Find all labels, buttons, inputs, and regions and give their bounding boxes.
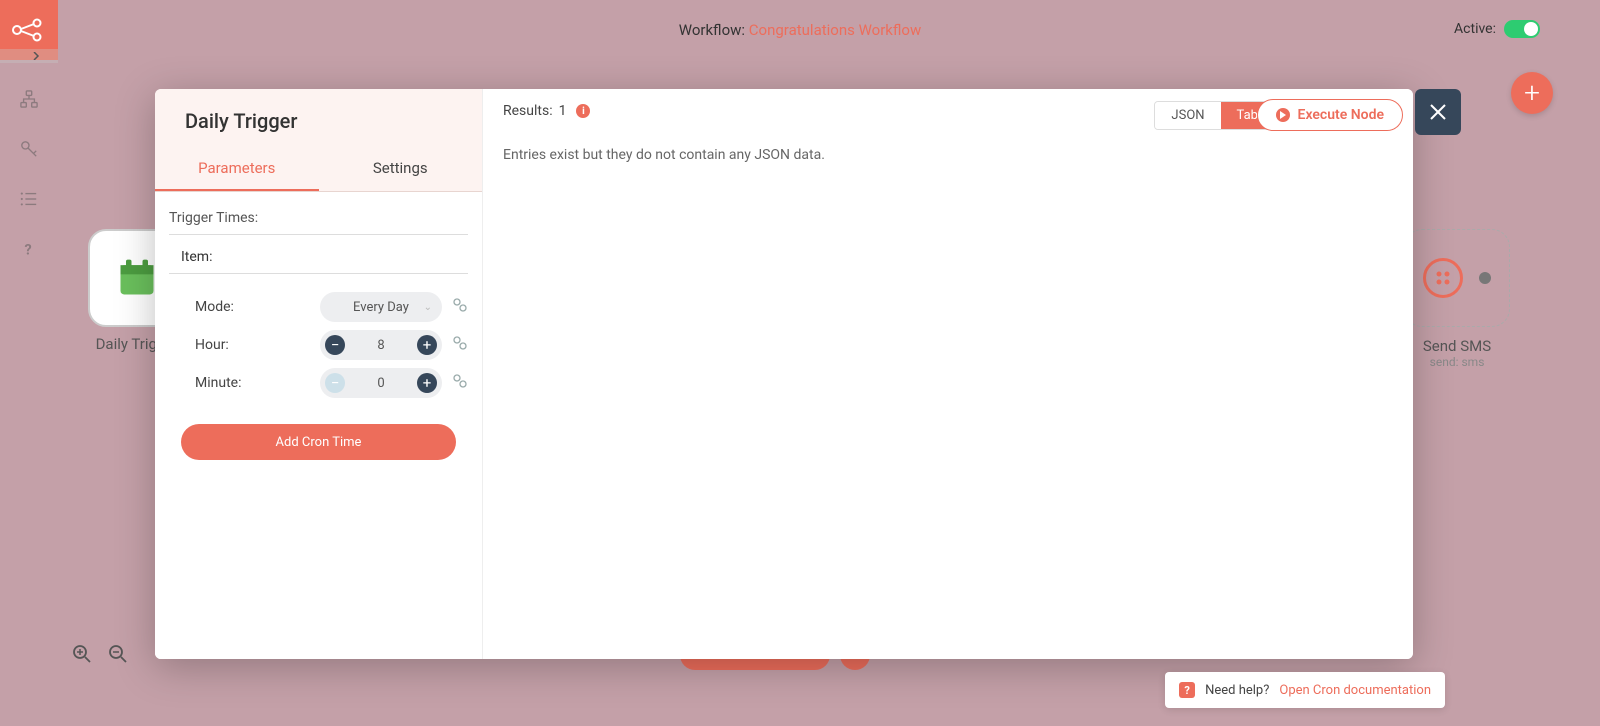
zoom-controls: [72, 644, 128, 668]
execute-node-button[interactable]: Execute Node: [1257, 99, 1403, 131]
parameters-panel: Trigger Times: Item: Mode: Every Day ⌄ H…: [155, 192, 482, 659]
minute-decrement-button[interactable]: −: [325, 373, 345, 393]
plus-icon: +: [1524, 79, 1540, 107]
tab-settings[interactable]: Settings: [319, 147, 483, 191]
sidebar-item-help[interactable]: ?: [0, 224, 58, 274]
sidebar-item-executions[interactable]: [0, 174, 58, 224]
modal-right-panel: Results: 1 i JSON Table Execute Node Ent…: [483, 89, 1413, 659]
zoom-in-button[interactable]: [72, 644, 92, 668]
left-sidebar: ?: [0, 0, 58, 726]
sidebar-item-workflows[interactable]: [0, 74, 58, 124]
zoom-out-icon: [108, 644, 128, 664]
node-send-sms[interactable]: Send SMS send: sms: [1404, 229, 1510, 369]
gear-icon[interactable]: [452, 335, 468, 355]
minute-value[interactable]: 0: [345, 376, 417, 391]
question-icon: ?: [20, 240, 38, 258]
twilio-icon: [1423, 258, 1463, 298]
add-node-button[interactable]: +: [1511, 72, 1553, 114]
hour-decrement-button[interactable]: −: [325, 335, 345, 355]
minute-label: Minute:: [195, 375, 275, 391]
execute-label: Execute Node: [1298, 107, 1384, 123]
add-cron-time-button[interactable]: Add Cron Time: [181, 424, 456, 460]
node-editor-modal: Daily Trigger Parameters Settings Trigge…: [155, 89, 1413, 659]
workflow-name[interactable]: Congratulations Workflow: [749, 21, 921, 39]
mode-value: Every Day: [353, 300, 409, 315]
results-count: 1: [559, 103, 567, 119]
svg-text:?: ?: [25, 241, 32, 258]
node-output-dot: [1479, 272, 1491, 284]
modal-title: Daily Trigger: [155, 89, 482, 147]
help-link[interactable]: Open Cron documentation: [1279, 683, 1431, 698]
play-icon: [1276, 108, 1290, 122]
hour-row: Hour: − 8 +: [169, 326, 468, 364]
hour-increment-button[interactable]: +: [417, 335, 437, 355]
hour-value[interactable]: 8: [345, 338, 417, 353]
close-icon: [1428, 102, 1448, 122]
workflow-title: Workflow: Congratulations Workflow: [679, 21, 922, 39]
minute-increment-button[interactable]: +: [417, 373, 437, 393]
list-icon: [20, 190, 38, 208]
hour-label: Hour:: [195, 337, 275, 353]
help-icon: ?: [1179, 682, 1195, 698]
gear-icon[interactable]: [452, 297, 468, 317]
node-label: Send SMS: [1404, 337, 1510, 355]
key-icon: [20, 140, 38, 158]
modal-left-panel: Daily Trigger Parameters Settings Trigge…: [155, 89, 483, 659]
item-label: Item:: [169, 249, 468, 274]
zoom-out-button[interactable]: [108, 644, 128, 668]
trigger-times-label: Trigger Times:: [169, 210, 468, 235]
sidebar-item-credentials[interactable]: [0, 124, 58, 174]
chevron-down-icon: ⌄: [424, 302, 432, 313]
help-box: ? Need help? Open Cron documentation: [1165, 672, 1445, 708]
mode-select[interactable]: Every Day ⌄: [320, 292, 442, 322]
help-label: Need help?: [1205, 683, 1269, 698]
zoom-in-icon: [72, 644, 92, 664]
tab-parameters[interactable]: Parameters: [155, 147, 319, 191]
no-data-message: Entries exist but they do not contain an…: [503, 147, 1393, 163]
mode-label: Mode:: [195, 299, 275, 315]
close-modal-button[interactable]: [1415, 89, 1461, 135]
hour-spinner: − 8 +: [320, 330, 442, 360]
minute-row: Minute: − 0 +: [169, 364, 468, 402]
mode-row: Mode: Every Day ⌄: [169, 288, 468, 326]
gear-icon[interactable]: [452, 373, 468, 393]
modal-tabs: Parameters Settings: [155, 147, 482, 192]
hierarchy-icon: [20, 90, 38, 108]
results-label: Results:: [503, 103, 553, 119]
info-icon[interactable]: i: [576, 104, 590, 118]
view-json-button[interactable]: JSON: [1155, 102, 1220, 129]
calendar-icon: [115, 256, 159, 300]
node-sublabel: send: sms: [1404, 355, 1510, 369]
minute-spinner: − 0 +: [320, 368, 442, 398]
top-bar: Workflow: Congratulations Workflow: [0, 0, 1600, 60]
workflow-label: Workflow:: [679, 21, 745, 39]
